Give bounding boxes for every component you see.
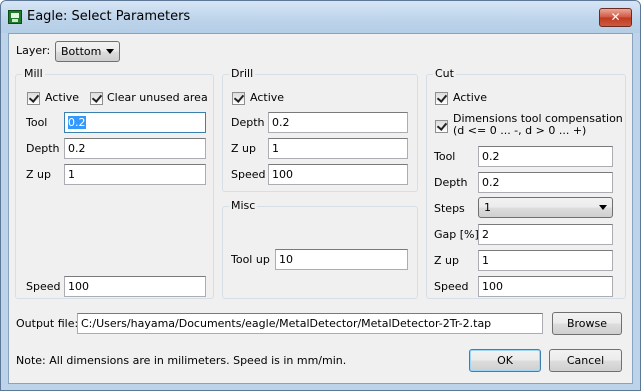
mill-tool-input[interactable]: 0.2 (64, 112, 206, 133)
cut-depth-label: Depth (434, 176, 468, 189)
mill-active-checkbox[interactable] (27, 92, 40, 105)
cancel-button[interactable]: Cancel (549, 349, 622, 372)
mill-tool-label: Tool (26, 116, 48, 129)
drill-depth-input[interactable]: 0.2 (268, 112, 408, 133)
cut-gap-input[interactable]: 2 (478, 224, 613, 245)
cut-gap-label: Gap [%] (434, 228, 479, 241)
mill-zup-label: Z up (26, 168, 51, 181)
mill-active-label: Active (45, 91, 80, 104)
drill-speed-input[interactable]: 100 (268, 164, 408, 185)
output-file-input[interactable]: C:/Users/hayama/Documents/eagle/MetalDet… (77, 313, 543, 334)
drill-zup-label: Z up (231, 142, 256, 155)
cut-group-title: Cut (433, 67, 456, 80)
output-file-label: Output file: (16, 317, 79, 330)
note-text: Note: All dimensions are in milimeters. … (16, 354, 347, 367)
drill-depth-label: Depth (231, 116, 265, 129)
misc-group-title: Misc (229, 199, 258, 212)
drill-active-label: Active (250, 91, 285, 104)
misc-toolup-input[interactable]: 10 (275, 249, 408, 270)
cut-zup-input[interactable]: 1 (478, 250, 613, 271)
drill-active-checkbox[interactable] (232, 92, 245, 105)
drill-zup-input[interactable]: 1 (268, 138, 408, 159)
cut-depth-input[interactable]: 0.2 (478, 172, 613, 193)
dialog-window: Eagle: Select Parameters ✕ Layer: Bottom… (0, 0, 641, 391)
ok-button[interactable]: OK (469, 349, 541, 372)
cut-steps-value: 1 (484, 201, 491, 214)
cut-zup-label: Z up (434, 254, 459, 267)
cut-compensation-label: Dimensions tool compensation (d <= 0 ...… (453, 113, 623, 137)
misc-toolup-label: Tool up (231, 253, 270, 266)
layer-dropdown-value: Bottom (61, 45, 102, 58)
mill-clear-unused-checkbox[interactable] (90, 92, 103, 105)
mill-clear-unused-label: Clear unused area (107, 91, 208, 104)
cut-compensation-label-line2: (d <= 0 ... -, d > 0 ... +) (453, 124, 587, 137)
mill-depth-label: Depth (26, 142, 60, 155)
title-bar[interactable]: Eagle: Select Parameters ✕ (1, 1, 640, 33)
eagle-app-icon (8, 10, 22, 24)
drill-speed-label: Speed (231, 168, 266, 181)
browse-button[interactable]: Browse (552, 312, 622, 335)
mill-group: Mill (15, 67, 214, 299)
cut-steps-label: Steps (434, 202, 465, 215)
mill-speed-input[interactable]: 100 (64, 276, 206, 297)
drill-group-title: Drill (229, 67, 256, 80)
layer-dropdown[interactable]: Bottom (55, 41, 120, 62)
mill-group-title: Mill (22, 67, 45, 80)
cut-active-checkbox[interactable] (435, 92, 448, 105)
close-button[interactable]: ✕ (599, 8, 632, 27)
cut-tool-input[interactable]: 0.2 (478, 146, 613, 167)
dialog-client-area: Layer: Bottom Mill Active Clear unused a… (8, 33, 633, 384)
mill-zup-input[interactable]: 1 (64, 164, 206, 185)
cut-steps-dropdown[interactable]: 1 (478, 197, 613, 218)
cut-speed-input[interactable]: 100 (478, 276, 613, 297)
cut-compensation-checkbox[interactable] (435, 120, 448, 133)
window-title: Eagle: Select Parameters (27, 9, 191, 24)
mill-speed-label: Speed (26, 280, 61, 293)
cut-tool-label: Tool (434, 150, 456, 163)
mill-tool-value: 0.2 (68, 116, 86, 129)
cut-active-label: Active (453, 91, 488, 104)
cut-speed-label: Speed (434, 280, 469, 293)
layer-label: Layer: (16, 44, 51, 57)
mill-depth-input[interactable]: 0.2 (64, 138, 206, 159)
chevron-down-icon (599, 205, 607, 210)
chevron-down-icon (106, 49, 114, 54)
